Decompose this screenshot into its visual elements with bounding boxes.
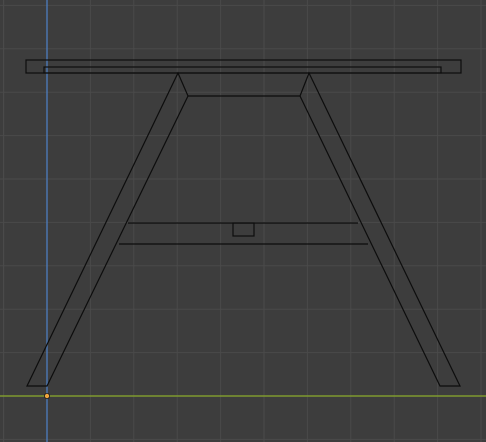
viewport-canvas[interactable] xyxy=(0,0,486,442)
left-leg[interactable] xyxy=(26,71,189,387)
grid-lines xyxy=(0,0,486,442)
right-leg[interactable] xyxy=(299,71,461,387)
table-object[interactable] xyxy=(25,59,462,387)
3d-viewport[interactable] xyxy=(0,0,486,442)
origin-point[interactable] xyxy=(44,392,51,399)
center-block[interactable] xyxy=(232,222,255,237)
tabletop-inner[interactable] xyxy=(43,66,442,74)
